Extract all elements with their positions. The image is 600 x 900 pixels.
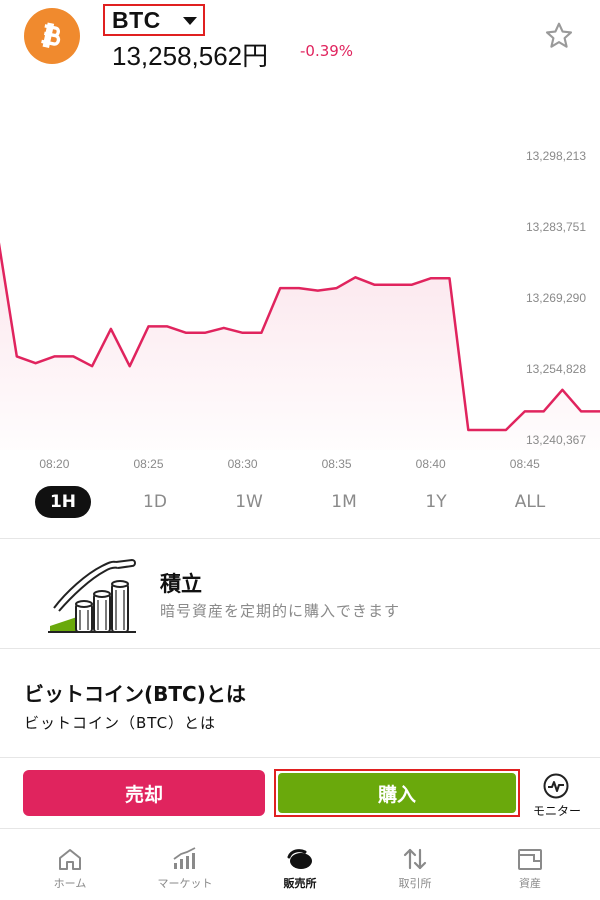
x-tick-label: 08:35 [322, 457, 352, 471]
about-text: ビットコイン（BTC）とは [24, 714, 217, 732]
tab-label: 資産 [519, 877, 541, 890]
period-selector: 1H 1D 1W 1M 1Y ALL [0, 486, 600, 522]
buy-button-label: 購入 [278, 773, 516, 813]
period-1w[interactable]: 1W [224, 486, 274, 518]
tab-assets[interactable]: 資産 [480, 843, 580, 895]
x-tick-label: 08:45 [510, 457, 540, 471]
favorite-star-icon[interactable] [543, 20, 575, 52]
y-tick-label: 13,298,213 [526, 149, 586, 163]
x-tick-label: 08:20 [39, 457, 69, 471]
tab-exchange[interactable]: 取引所 [365, 843, 465, 895]
tab-label: マーケット [157, 877, 213, 890]
recurring-growth-icon [48, 558, 136, 633]
monitor-button[interactable]: モニター [524, 770, 590, 818]
price-area-fill [0, 250, 600, 450]
period-1h[interactable]: 1H [35, 486, 91, 518]
sell-button[interactable]: 売却 [23, 770, 265, 816]
y-tick-label: 13,254,828 [526, 362, 586, 376]
price-chart[interactable]: 13,298,213 13,283,751 13,269,290 13,254,828… [0, 72, 600, 472]
tab-label: 取引所 [398, 877, 432, 890]
coin-symbol: BTC [112, 6, 161, 33]
pulse-monitor-icon [543, 773, 569, 799]
period-1d[interactable]: 1D [130, 486, 180, 518]
exchange-icon [287, 849, 312, 869]
tsumitate-banner[interactable]: 積立 暗号資産を定期的に購入できます [0, 540, 600, 648]
period-1y[interactable]: 1Y [411, 486, 461, 518]
tab-label: ホーム [53, 877, 87, 890]
market-icon [173, 847, 196, 869]
coin-selector-dropdown[interactable]: BTC [103, 4, 205, 36]
caret-down-icon [183, 17, 197, 25]
current-price: 13,258,562円 [112, 41, 269, 71]
trade-action-bar: 売却 購入 モニター [0, 757, 600, 827]
x-tick-label: 08:25 [133, 457, 163, 471]
price-change: -0.39% [300, 42, 354, 60]
bottom-tab-bar: ホーム マーケット 販売所 取引所 資産 [0, 828, 600, 900]
x-tick-label: 08:40 [416, 457, 446, 471]
x-tick-label: 08:30 [228, 457, 258, 471]
monitor-label: モニター [532, 804, 581, 818]
bitcoin-logo-icon [24, 8, 80, 64]
y-tick-label: 13,283,751 [526, 220, 586, 234]
price-chart-svg: 13,298,213 13,283,751 13,269,290 13,254,828… [0, 149, 600, 471]
buy-button[interactable]: 購入 [274, 769, 520, 817]
wallet-icon [518, 849, 542, 870]
y-tick-label: 13,240,367 [526, 433, 586, 447]
tsumitate-description: 暗号資産を定期的に購入できます [160, 602, 401, 620]
coin-header: BTC 13,258,562円 -0.39% [0, 0, 600, 71]
y-tick-label: 13,269,290 [526, 291, 586, 305]
home-icon [59, 849, 81, 870]
period-1m[interactable]: 1M [319, 486, 369, 518]
tab-sales-office[interactable]: 販売所 [250, 843, 350, 895]
period-all[interactable]: ALL [505, 486, 555, 518]
tsumitate-title: 積立 [160, 572, 202, 596]
divider [0, 538, 600, 539]
tab-home[interactable]: ホーム [20, 843, 120, 895]
tab-market[interactable]: マーケット [135, 843, 235, 895]
about-heading: ビットコイン(BTC)とは [24, 682, 246, 706]
trade-arrows-icon [403, 848, 427, 870]
divider [0, 648, 600, 649]
tab-label: 販売所 [283, 877, 317, 890]
